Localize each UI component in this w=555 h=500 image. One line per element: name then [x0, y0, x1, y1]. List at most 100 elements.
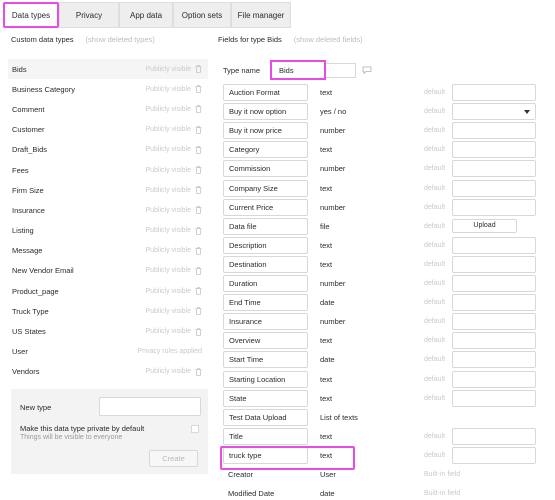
- default-value-input[interactable]: [452, 198, 536, 216]
- tab-data-types[interactable]: Data types: [3, 2, 59, 28]
- type-name-input[interactable]: Bids: [270, 60, 326, 80]
- type-status-group: Publicly visible: [145, 85, 202, 94]
- field-name-input[interactable]: Data file: [223, 217, 308, 235]
- new-type-input[interactable]: [99, 397, 201, 416]
- field-name-input[interactable]: State: [223, 389, 308, 407]
- tab-option-sets[interactable]: Option sets: [173, 2, 231, 28]
- default-value-input[interactable]: [452, 179, 536, 197]
- field-name-input[interactable]: End Time: [223, 294, 308, 312]
- type-row[interactable]: New Vendor Email Publicly visible: [8, 261, 208, 281]
- default-value-input[interactable]: [452, 389, 536, 407]
- field-name-input[interactable]: Start Time: [223, 351, 308, 369]
- type-row[interactable]: Insurance Publicly visible: [8, 200, 208, 220]
- show-deleted-fields-link[interactable]: (show deleted fields): [294, 35, 363, 44]
- type-row[interactable]: Message Publicly visible: [8, 241, 208, 261]
- field-name-input[interactable]: Overview: [223, 332, 308, 350]
- private-default-label: Make this data type private by default: [20, 424, 145, 433]
- upload-button[interactable]: Upload: [452, 218, 517, 233]
- type-row[interactable]: Truck Type Publicly visible: [8, 301, 208, 321]
- field-row: Auction Format text default: [223, 84, 553, 101]
- type-name: Business Category: [12, 84, 75, 94]
- trash-icon[interactable]: [195, 307, 202, 316]
- trash-icon[interactable]: [195, 105, 202, 114]
- field-name-input[interactable]: Category: [223, 141, 308, 159]
- trash-icon[interactable]: [195, 166, 202, 174]
- tab-app-data[interactable]: App data: [119, 2, 173, 28]
- type-row[interactable]: Listing Publicly visible: [8, 221, 208, 241]
- type-visibility-status: Publicly visible: [145, 206, 191, 214]
- trash-icon[interactable]: [195, 368, 202, 376]
- trash-icon[interactable]: [195, 226, 202, 235]
- trash-icon[interactable]: [195, 246, 202, 255]
- trash-icon[interactable]: [195, 186, 202, 195]
- field-name-input[interactable]: Title: [223, 427, 308, 445]
- create-button[interactable]: Create: [149, 450, 198, 467]
- default-value-input[interactable]: [452, 141, 536, 159]
- field-name-input[interactable]: Buy it now option: [223, 103, 308, 121]
- default-value-input[interactable]: [452, 332, 536, 350]
- type-name-extension: [326, 63, 356, 78]
- default-label: default: [424, 241, 446, 249]
- default-label: default: [424, 337, 446, 345]
- type-row[interactable]: Bids Publicly visible: [8, 59, 208, 80]
- type-row[interactable]: Fees Publicly visible: [8, 160, 208, 180]
- field-name-input[interactable]: Buy it now price: [223, 122, 308, 140]
- trash-icon[interactable]: [195, 85, 202, 94]
- trash-icon[interactable]: [195, 206, 202, 215]
- field-type: number: [320, 164, 346, 174]
- type-row[interactable]: Product_page Publicly visible: [8, 281, 208, 301]
- default-value-input[interactable]: [452, 236, 536, 254]
- field-type: text: [320, 336, 333, 346]
- type-row[interactable]: Customer Publicly visible: [8, 120, 208, 140]
- private-default-checkbox[interactable]: [191, 425, 199, 433]
- default-value-input[interactable]: [452, 84, 536, 101]
- default-value-input[interactable]: [452, 122, 536, 140]
- trash-icon[interactable]: [195, 125, 202, 134]
- field-name-input[interactable]: Auction Format: [223, 84, 308, 101]
- field-name-input[interactable]: Company Size: [223, 179, 308, 197]
- default-value-input[interactable]: [452, 255, 536, 273]
- type-name: Bids: [12, 64, 27, 74]
- field-name-input[interactable]: Starting Location: [223, 370, 308, 388]
- field-row: End Time date default: [223, 294, 553, 312]
- field-name-input[interactable]: Destination: [223, 255, 308, 273]
- type-row[interactable]: User Privacy rules applied: [8, 342, 208, 362]
- type-row[interactable]: US States Publicly visible: [8, 321, 208, 341]
- type-row[interactable]: Draft_Bids Publicly visible: [8, 140, 208, 160]
- type-row[interactable]: Vendors Publicly visible: [8, 362, 208, 382]
- tab-file-manager[interactable]: File manager: [231, 2, 291, 28]
- field-name-input[interactable]: Current Price: [223, 198, 308, 216]
- trash-icon[interactable]: [195, 65, 202, 73]
- default-value-input[interactable]: [452, 446, 536, 464]
- default-label: default: [424, 127, 446, 135]
- trash-icon[interactable]: [195, 146, 202, 154]
- tab-privacy[interactable]: Privacy: [59, 2, 119, 28]
- field-row: State text default: [223, 389, 553, 407]
- field-name-input[interactable]: Test Data Upload: [223, 408, 308, 426]
- type-row[interactable]: Business Category Publicly visible: [8, 79, 208, 99]
- comment-icon[interactable]: [362, 66, 372, 74]
- default-value-input[interactable]: [452, 313, 536, 331]
- field-type: text: [320, 374, 333, 384]
- default-value-input[interactable]: [452, 294, 536, 312]
- default-value-input[interactable]: [452, 370, 536, 388]
- default-value-input[interactable]: [452, 160, 536, 178]
- fields-title: Fields for type Bids: [218, 35, 282, 44]
- trash-icon[interactable]: [195, 327, 202, 336]
- type-row[interactable]: Comment Publicly visible: [8, 99, 208, 119]
- trash-icon[interactable]: [195, 267, 202, 275]
- trash-icon[interactable]: [195, 287, 202, 295]
- field-name-input[interactable]: Duration: [223, 275, 308, 292]
- field-name-input[interactable]: Insurance: [223, 313, 308, 331]
- default-value-select[interactable]: [452, 103, 536, 121]
- type-row[interactable]: Firm Size Publicly visible: [8, 180, 208, 200]
- type-name-label: Type name: [223, 66, 261, 75]
- field-name-input[interactable]: Commission: [223, 160, 308, 178]
- default-value-input[interactable]: [452, 427, 536, 445]
- field-row: Current Price number default: [223, 198, 553, 216]
- show-deleted-types-link[interactable]: (show deleted types): [86, 35, 155, 44]
- default-label: default: [424, 222, 446, 230]
- field-name-input[interactable]: Description: [223, 236, 308, 254]
- default-value-input[interactable]: [452, 351, 536, 369]
- default-value-input[interactable]: [452, 275, 536, 292]
